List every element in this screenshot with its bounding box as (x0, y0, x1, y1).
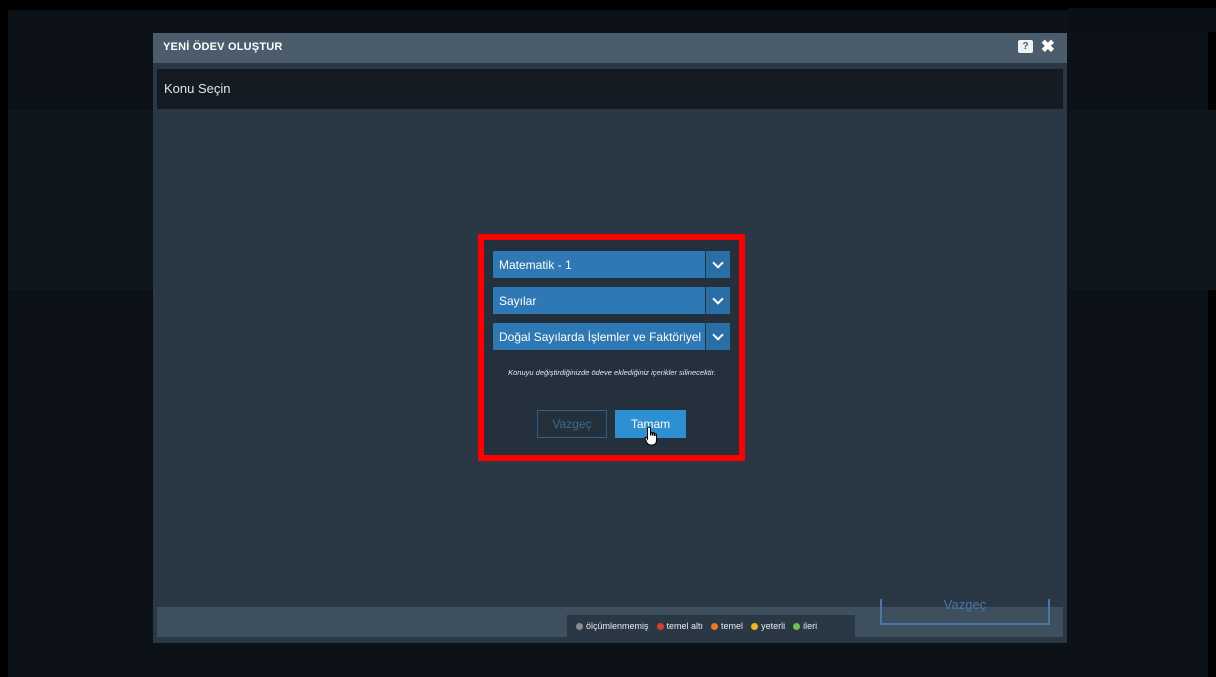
topic-select[interactable]: Doğal Sayılarda İşlemler ve Faktöriyel (493, 323, 730, 350)
legend-label: ölçümlenmemiş (586, 621, 649, 631)
right-edge (1208, 0, 1216, 677)
hand-cursor-icon (644, 426, 657, 446)
unit-dropdown-button[interactable] (705, 287, 730, 314)
legend-label: ileri (803, 621, 818, 631)
top-bar (0, 0, 1216, 10)
warning-note: Konuyu değiştirdiğinizde ödeve eklediğin… (508, 368, 716, 377)
legend-label: temel (721, 621, 744, 631)
course-select[interactable]: Matematik - 1 (493, 251, 730, 278)
topic-select-value: Doğal Sayılarda İşlemler ve Faktöriyel (499, 330, 702, 344)
legend-item: yeterli (751, 621, 785, 631)
chevron-down-icon (712, 293, 724, 305)
background-panel (8, 110, 154, 290)
legend-item: ileri (793, 621, 817, 631)
legend-dot-icon (656, 622, 664, 630)
help-icon[interactable]: ? (1018, 40, 1033, 53)
modal-header: YENİ ÖDEV OLUŞTUR ? ✖ (153, 33, 1067, 63)
footer-cancel-button[interactable]: Vazgeç (880, 599, 1050, 625)
left-edge (0, 0, 8, 677)
unit-select-value: Sayılar (499, 294, 537, 308)
legend-item: temel altı (656, 621, 704, 631)
legend-dot-icon (576, 622, 583, 630)
legend-label: yeterli (761, 621, 786, 631)
legend-item: ölçümlenmemiş (576, 621, 649, 631)
chevron-down-icon (712, 329, 724, 341)
section-header: Konu Seçin (157, 69, 1063, 109)
modal-title: YENİ ÖDEV OLUŞTUR (163, 41, 283, 53)
close-icon[interactable]: ✖ (1041, 37, 1055, 57)
legend-item: temel (711, 621, 743, 631)
legend-dot-icon (793, 622, 801, 630)
legend-dot-icon (751, 622, 759, 630)
background-panel (1068, 110, 1216, 290)
level-legend: ölçümlenmemiş temel altı temel yeterli i… (567, 615, 855, 637)
modal-footer: ölçümlenmemiş temel altı temel yeterli i… (157, 599, 1063, 637)
cancel-button[interactable]: Vazgeç (537, 410, 607, 438)
chevron-down-icon (712, 257, 724, 269)
course-dropdown-button[interactable] (705, 251, 730, 278)
legend-label: temel altı (666, 621, 704, 631)
topic-dropdown-button[interactable] (705, 323, 730, 350)
legend-dot-icon (711, 622, 719, 630)
unit-select[interactable]: Sayılar (493, 287, 730, 314)
background-stripe (1068, 8, 1216, 32)
course-select-value: Matematik - 1 (499, 258, 572, 272)
section-title: Konu Seçin (164, 81, 231, 96)
topic-selector-highlight: Matematik - 1 Sayılar Doğal Sayılarda İş… (478, 234, 745, 461)
